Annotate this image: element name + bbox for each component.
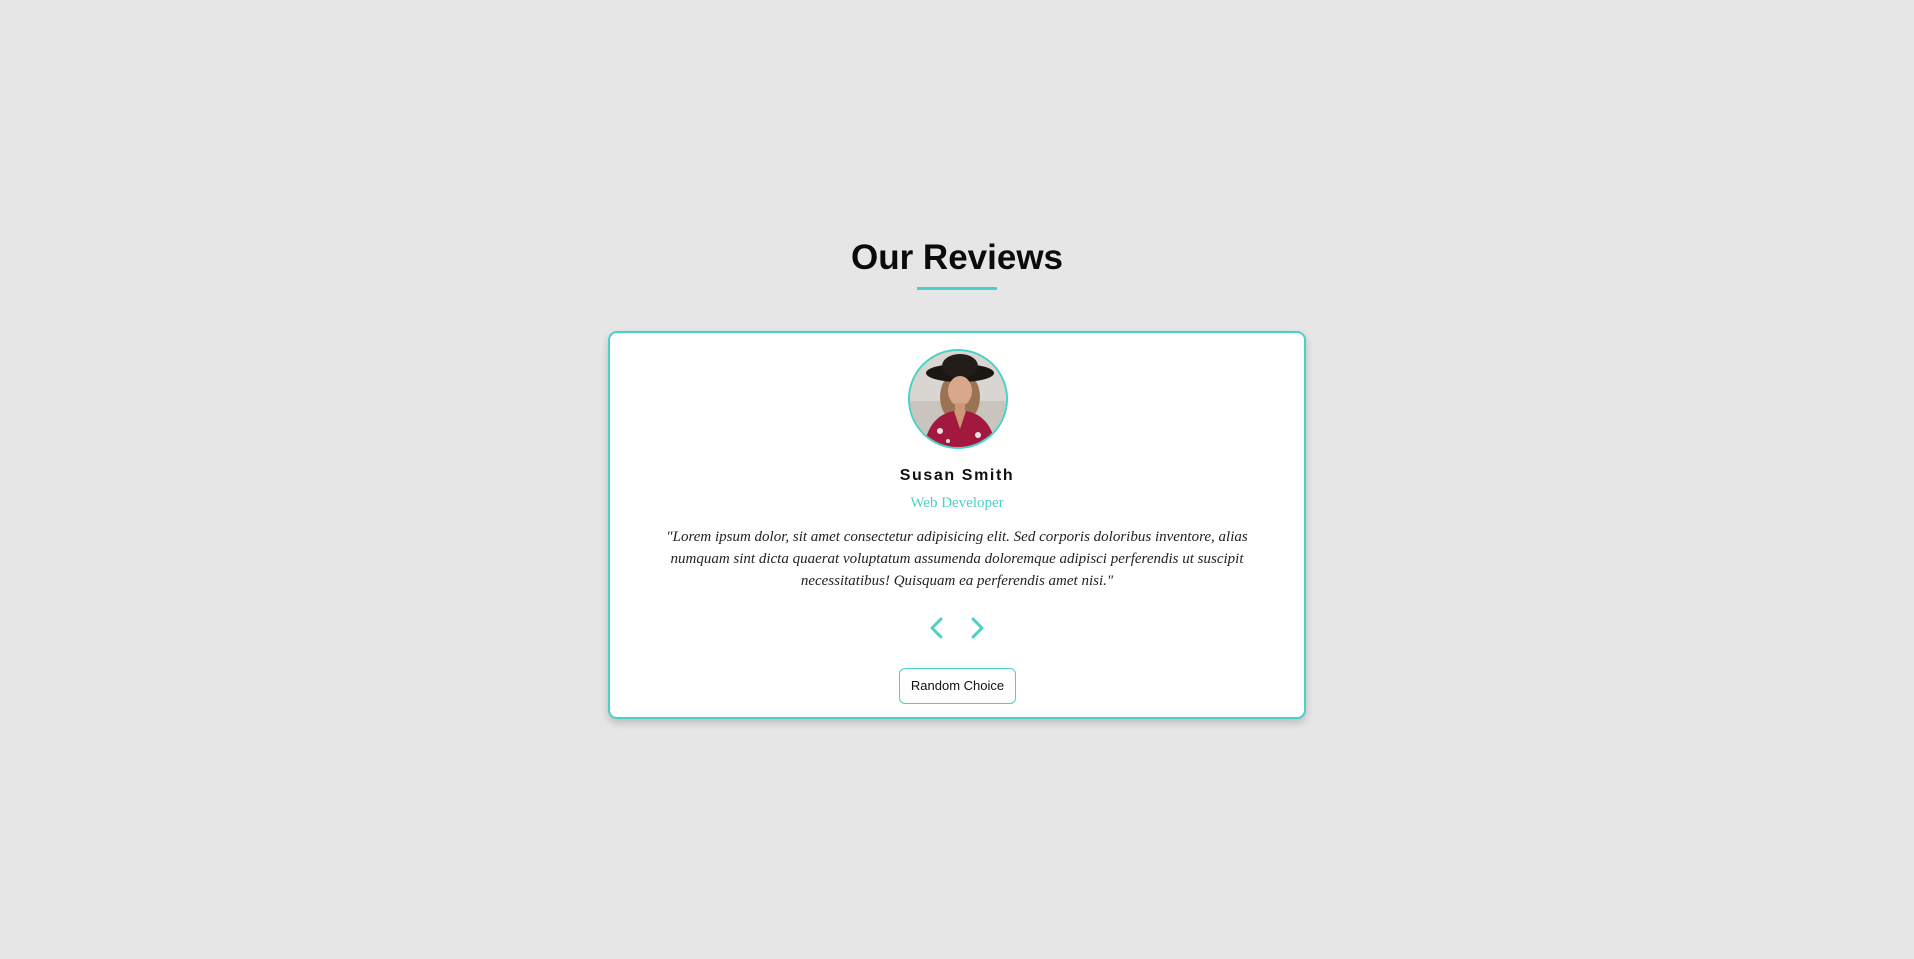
person-photo-icon [910, 351, 1006, 447]
title-underline [917, 287, 997, 290]
avatar [908, 349, 1008, 449]
section-title: Our Reviews [850, 238, 1064, 277]
chevron-right-icon [971, 617, 984, 639]
prev-button[interactable] [923, 613, 951, 643]
review-navigation [610, 613, 1304, 643]
next-button[interactable] [963, 613, 991, 643]
chevron-left-icon [930, 617, 943, 639]
author-job: Web Developer [910, 495, 1004, 511]
author-name: Susan Smith [899, 467, 1015, 484]
review-text: "Lorem ipsum dolor, sit amet consectetur… [666, 529, 1248, 589]
review-card: Susan Smith Web Developer "Lorem ipsum d… [608, 331, 1306, 719]
random-choice-button[interactable]: Random Choice [899, 668, 1016, 704]
page: Our Reviews Susan Smith Web Developer "L… [0, 0, 1914, 959]
